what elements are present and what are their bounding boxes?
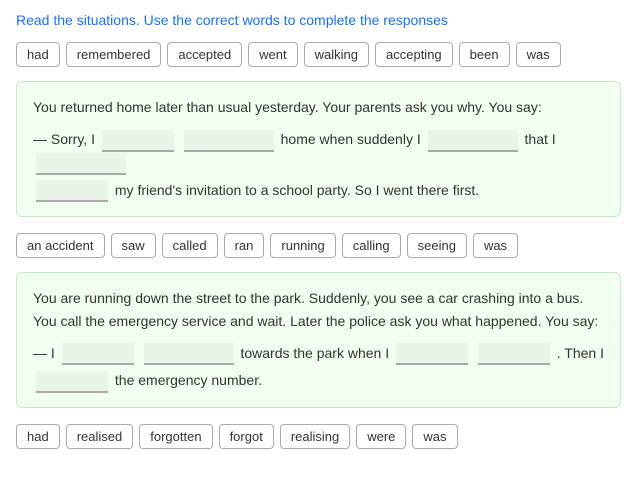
situation-2-sentence-2: the emergency number. xyxy=(33,369,604,392)
word-chip[interactable]: saw xyxy=(111,233,156,258)
word-chip[interactable]: walking xyxy=(304,42,369,67)
blank-2-5[interactable] xyxy=(36,371,108,393)
word-chip[interactable]: was xyxy=(412,424,457,449)
word-chip[interactable]: was xyxy=(516,42,561,67)
blank-1-3[interactable] xyxy=(428,130,518,152)
word-chip[interactable]: realising xyxy=(280,424,350,449)
word-chip[interactable]: forgot xyxy=(219,424,274,449)
word-bank-2: an accident saw called ran running calli… xyxy=(16,233,621,258)
word-chip[interactable]: realised xyxy=(66,424,134,449)
page-container: Read the situations. Use the correct wor… xyxy=(0,0,637,475)
word-chip[interactable]: been xyxy=(459,42,510,67)
word-chip[interactable]: was xyxy=(473,233,518,258)
word-chip[interactable]: went xyxy=(248,42,297,67)
word-chip[interactable]: accepting xyxy=(375,42,453,67)
blank-2-4[interactable] xyxy=(478,343,550,365)
blank-1-5[interactable] xyxy=(36,180,108,202)
word-chip[interactable]: had xyxy=(16,42,60,67)
word-bank-3: had realised forgotten forgot realising … xyxy=(16,424,621,449)
blank-1-1[interactable] xyxy=(102,130,174,152)
situation-1-sentence-2: my friend's invitation to a school party… xyxy=(33,179,604,202)
situation-1-box: You returned home later than usual yeste… xyxy=(16,81,621,217)
word-chip[interactable]: had xyxy=(16,424,60,449)
word-chip[interactable]: ran xyxy=(224,233,265,258)
word-chip[interactable]: calling xyxy=(342,233,401,258)
situation-2-intro: You are running down the street to the p… xyxy=(33,287,604,332)
word-chip[interactable]: remembered xyxy=(66,42,162,67)
blank-1-2[interactable] xyxy=(184,130,274,152)
situation-2-sentence: — I towards the park when I . Then I xyxy=(33,342,604,365)
blank-2-1[interactable] xyxy=(62,343,134,365)
word-chip[interactable]: an accident xyxy=(16,233,105,258)
situation-2-box: You are running down the street to the p… xyxy=(16,272,621,407)
word-chip[interactable]: were xyxy=(356,424,406,449)
blank-1-4[interactable] xyxy=(36,153,126,175)
situation-1-sentence: — Sorry, I home when suddenly I that I xyxy=(33,128,604,175)
word-chip[interactable]: accepted xyxy=(167,42,242,67)
blank-2-3[interactable] xyxy=(396,343,468,365)
word-chip[interactable]: running xyxy=(270,233,335,258)
word-chip[interactable]: forgotten xyxy=(139,424,212,449)
word-chip[interactable]: called xyxy=(162,233,218,258)
word-bank-1: had remembered accepted went walking acc… xyxy=(16,42,621,67)
instruction-text: Read the situations. Use the correct wor… xyxy=(16,12,621,28)
situation-1-intro: You returned home later than usual yeste… xyxy=(33,96,604,118)
word-chip[interactable]: seeing xyxy=(407,233,467,258)
blank-2-2[interactable] xyxy=(144,343,234,365)
